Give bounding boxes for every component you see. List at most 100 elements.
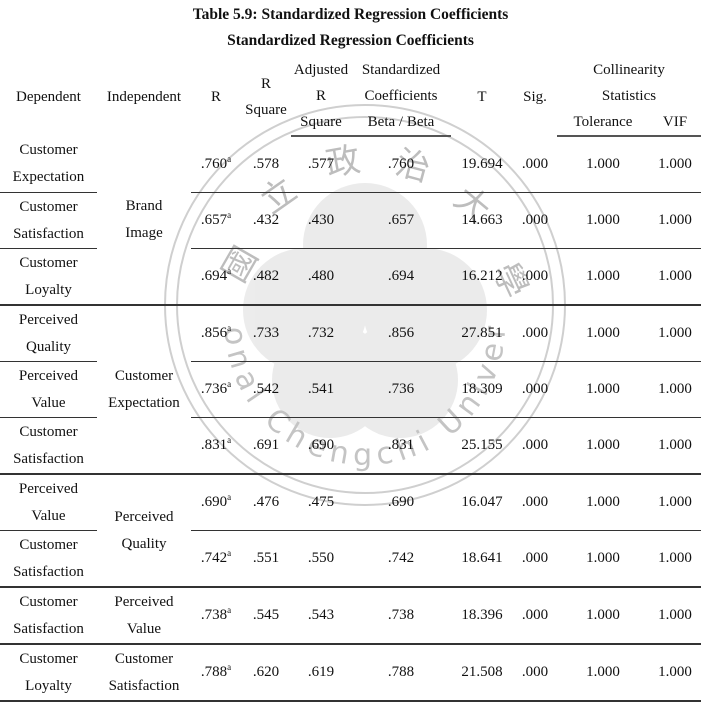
beta-cell: .738	[351, 586, 451, 644]
header-collinearity-2: Statistics	[601, 88, 657, 104]
tolerance-cell: 1.000	[557, 417, 649, 474]
adjusted-r-square-cell: .430	[291, 192, 351, 249]
sig-cell: .000	[513, 643, 557, 702]
footnote-marker: a	[227, 492, 232, 502]
r-value: .736	[200, 381, 228, 397]
regression-table: Dependent Independent R R Square Adjuste…	[0, 57, 701, 702]
adjusted-r-square-cell: .541	[291, 361, 351, 418]
independent-line: Brand	[125, 198, 163, 214]
header-r-square-line1: R	[260, 75, 271, 92]
header-tolerance: Tolerance	[557, 109, 649, 137]
dependent-cell: Perceived Quality	[0, 304, 97, 362]
footnote-marker: a	[227, 379, 232, 389]
dependent-line: Customer	[19, 536, 78, 553]
tolerance-cell: 1.000	[557, 192, 649, 249]
vif-cell: 1.000	[649, 643, 701, 702]
tolerance-cell: 1.000	[557, 586, 649, 644]
independent-cell: Customer Expectation	[97, 304, 191, 474]
r-value: .856	[200, 325, 228, 341]
t-cell: 19.694	[461, 155, 503, 172]
header-sig: Sig.	[523, 88, 547, 105]
dependent-line: Customer	[19, 423, 78, 440]
sig-cell: .000	[513, 304, 557, 362]
dependent-line: Satisfaction	[13, 450, 84, 467]
tolerance-cell: 1.000	[557, 248, 649, 305]
independent-cell: Perceived Quality	[97, 473, 191, 587]
dependent-cell: Customer Expectation	[0, 136, 97, 193]
table-row: Perceived Quality Customer Expectation .856a…	[0, 304, 701, 474]
t-cell: 21.508	[451, 643, 513, 702]
dependent-line: Satisfaction	[13, 225, 84, 242]
sig-cell: .000	[513, 417, 557, 474]
footnote-marker: a	[227, 548, 232, 558]
dependent-line: Perceived	[18, 367, 79, 384]
independent-line: Customer	[114, 367, 174, 384]
header-r-square-line2: Square	[245, 101, 287, 118]
r-cell: .788a	[191, 643, 241, 702]
r-square-cell: .542	[241, 361, 291, 418]
independent-line: Customer	[114, 650, 174, 667]
adjusted-r-square-cell: .732	[291, 304, 351, 362]
r-value: .760	[200, 155, 228, 172]
r-square-cell: .432	[241, 192, 291, 249]
dependent-line: Expectation	[12, 169, 85, 185]
beta-cell: .788	[351, 643, 451, 702]
r-cell: .742a	[191, 530, 241, 587]
adjusted-r-square-cell: .550	[291, 530, 351, 587]
dependent-cell: Customer Satisfaction	[0, 530, 97, 587]
beta-cell: .831	[351, 417, 451, 474]
header-t: T	[477, 88, 487, 105]
independent-line: Value	[126, 620, 162, 637]
r-square-cell: .733	[241, 304, 291, 362]
dependent-line: Loyalty	[25, 281, 72, 298]
independent-line: Perceived	[114, 508, 174, 525]
dependent-line: Satisfaction	[13, 620, 84, 637]
dependent-line: Quality	[26, 338, 71, 355]
independent-cell: Brand Image	[97, 136, 191, 305]
dependent-line: Customer	[19, 254, 78, 271]
footnote-marker: a	[227, 662, 232, 672]
tolerance-cell: 1.000	[557, 361, 649, 418]
table-row: Customer Satisfaction Perceived Value .738a.…	[0, 586, 701, 644]
tolerance-cell: 1.000	[557, 530, 649, 587]
footnote-marker: a	[227, 605, 232, 615]
vif-cell: 1.000	[649, 248, 701, 305]
dependent-line: Customer	[19, 593, 78, 610]
r-value: .742	[200, 550, 228, 566]
r-cell: .738a	[191, 586, 241, 644]
header-r-square: R Square	[241, 57, 291, 136]
t-cell: 18.309	[451, 361, 513, 418]
r-square-cell: .476	[241, 473, 291, 531]
dependent-cell: Customer Satisfaction	[0, 417, 97, 474]
r-square-cell: .551	[241, 530, 291, 587]
vif-cell: 1.000	[649, 304, 701, 362]
footnote-marker: a	[227, 435, 232, 445]
r-value: .657	[200, 212, 228, 228]
r-cell: .856a	[191, 304, 241, 362]
dependent-cell: Customer Satisfaction	[0, 586, 97, 644]
r-value: .690	[200, 494, 228, 510]
independent-line: Image	[125, 225, 163, 241]
dependent-line: Customer	[19, 198, 78, 215]
r-square-cell: .620	[241, 643, 291, 702]
footnote-marker: a	[227, 266, 232, 276]
t-cell: 27.851	[451, 304, 513, 362]
tolerance-cell: 1.000	[586, 156, 620, 172]
t-cell: 16.212	[451, 248, 513, 305]
independent-line: Quality	[121, 535, 167, 552]
header-adjusted-1: Adjusted	[293, 62, 349, 78]
footnote-marker: a	[227, 153, 232, 164]
adjusted-r-square-cell: .577	[307, 156, 335, 172]
beta-cell: .657	[351, 192, 451, 249]
independent-cell: Customer Satisfaction	[97, 643, 191, 702]
sig-cell: .000	[513, 361, 557, 418]
beta-cell: .856	[351, 304, 451, 362]
beta-cell: .736	[351, 361, 451, 418]
vif-cell: 1.000	[649, 530, 701, 587]
r-cell: .760a	[191, 136, 241, 193]
tolerance-cell: 1.000	[557, 473, 649, 531]
dependent-line: Perceived	[18, 480, 79, 497]
r-value: .831	[200, 437, 228, 453]
adjusted-r-square-cell: .480	[291, 248, 351, 305]
independent-line: Perceived	[114, 593, 174, 610]
